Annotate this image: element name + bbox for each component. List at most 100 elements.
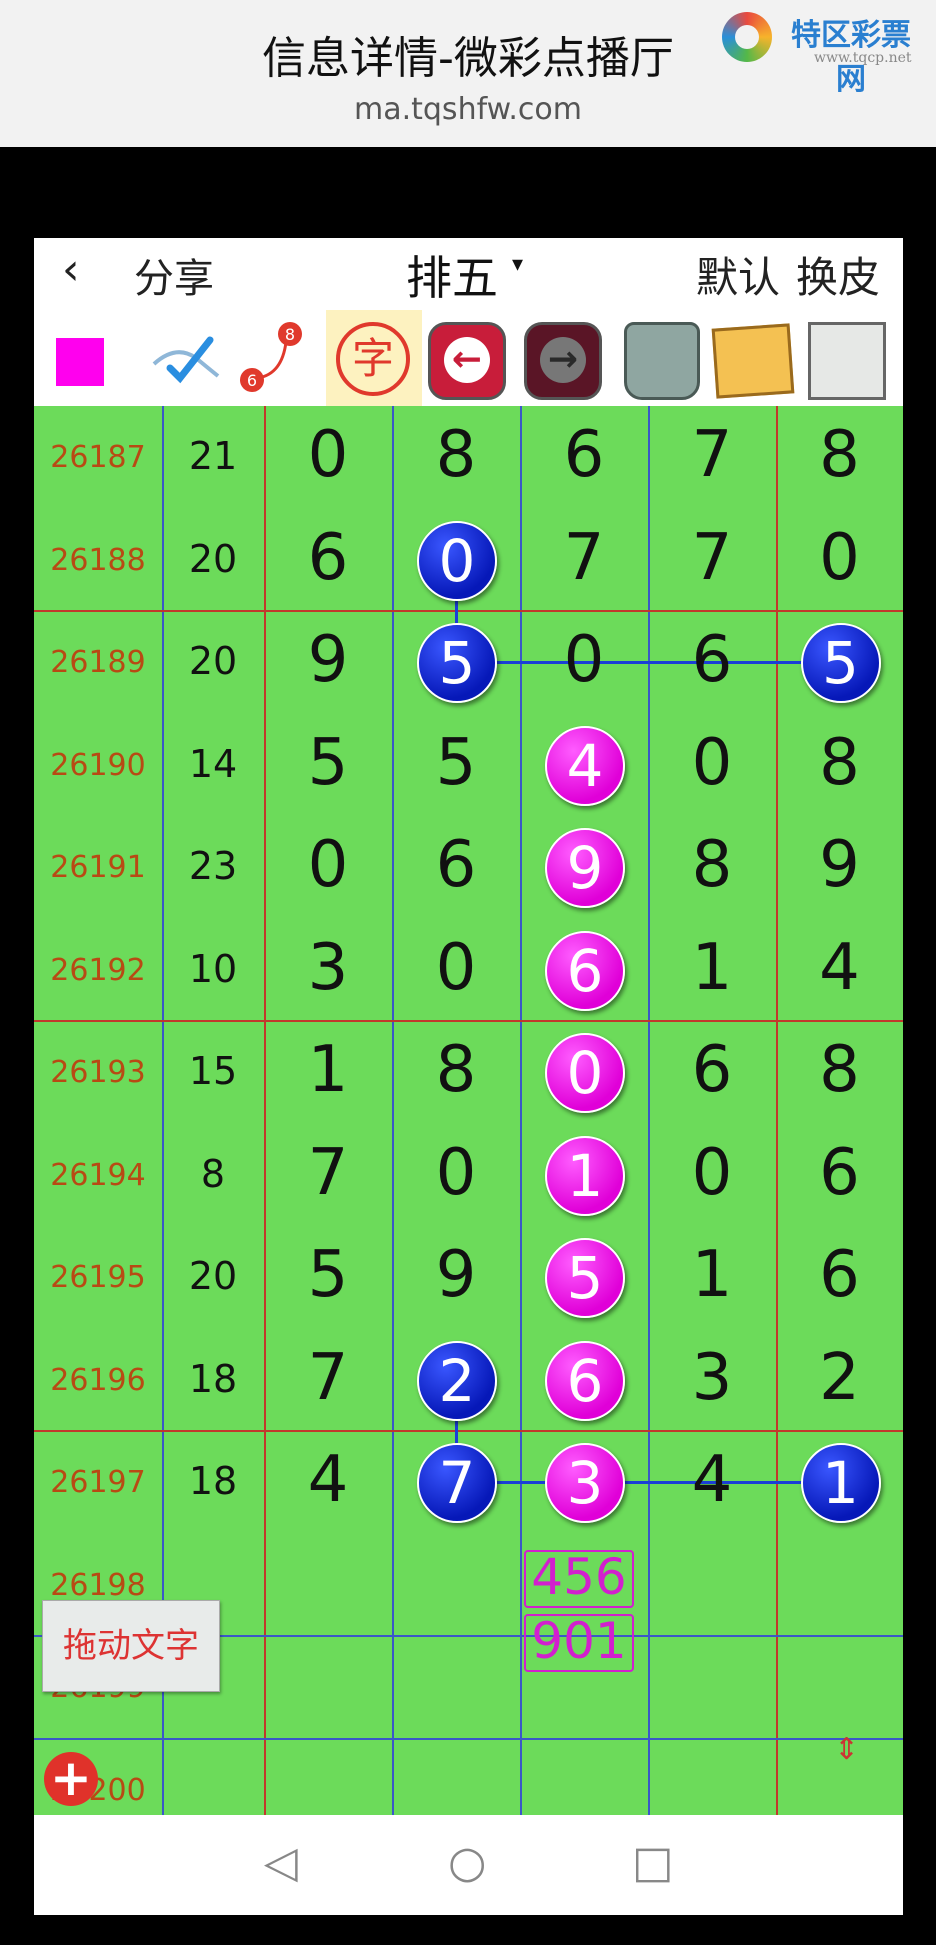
blue-ball-digit[interactable]: 2 [417, 1340, 497, 1421]
tool-bar: 8 6 字 ← → [34, 310, 903, 406]
pink-ball-digit[interactable]: 6 [545, 1340, 625, 1421]
digit-cell[interactable]: 0 [648, 1136, 776, 1210]
photos-icon[interactable] [711, 323, 795, 399]
add-icon[interactable]: + [44, 1752, 98, 1806]
digit-cell[interactable]: 5 [264, 726, 392, 800]
default-button[interactable]: 默认 [696, 244, 780, 305]
prediction-box: 456 [524, 1549, 634, 1608]
sum-value: 20 [188, 536, 238, 581]
text-tool-button[interactable]: 字 [326, 310, 422, 406]
digit-cell[interactable]: 8 [776, 418, 903, 492]
digit-cell[interactable]: 7 [264, 1341, 392, 1415]
sum-value: 15 [188, 1049, 238, 1093]
digit-cell[interactable]: 5 [392, 726, 520, 800]
blue-ball-digit[interactable]: 5 [800, 623, 881, 704]
period-number: 26196 [50, 1362, 146, 1398]
digit-cell[interactable]: 6 [264, 521, 392, 595]
digit-cell[interactable]: 6 [648, 1033, 776, 1107]
period-number: 26191 [50, 850, 146, 885]
digit-cell[interactable]: 6 [648, 623, 776, 697]
drag-text-button[interactable]: 拖动文字 [42, 1600, 220, 1692]
digit-cell[interactable]: 9 [264, 623, 392, 697]
digit-cell[interactable]: 0 [520, 623, 648, 697]
period-number: 26188 [50, 542, 146, 578]
nav-recent-icon[interactable]: □ [632, 1837, 674, 1888]
sum-value: 21 [188, 434, 238, 478]
digit-cell[interactable]: 0 [392, 931, 520, 1005]
period-number: 26194 [50, 1157, 146, 1193]
grid-row-divider [34, 1020, 903, 1022]
pen-check-icon[interactable] [146, 318, 226, 398]
period-number: 26192 [50, 952, 146, 988]
digit-cell[interactable]: 0 [648, 726, 776, 800]
pink-ball-digit[interactable]: 3 [545, 1443, 625, 1524]
arrow-left-icon: ← [444, 337, 490, 383]
digit-cell[interactable]: 0 [264, 418, 392, 492]
period-number: 26190 [50, 747, 146, 783]
digit-cell[interactable]: 7 [648, 418, 776, 492]
digit-cell[interactable]: 4 [648, 1443, 776, 1517]
pink-ball-digit[interactable]: 0 [545, 1033, 625, 1114]
digit-cell[interactable]: 8 [392, 1033, 520, 1107]
digit-cell[interactable]: 3 [648, 1341, 776, 1415]
digit-cell[interactable]: 6 [392, 828, 520, 902]
grid-column-divider [648, 406, 650, 1815]
site-logo: 特区彩票网 www.tqcp.net [722, 8, 922, 97]
undo-button[interactable]: ← [428, 322, 506, 400]
redo-button[interactable]: → [524, 322, 602, 400]
blue-ball-digit[interactable]: 7 [417, 1443, 497, 1524]
resize-icon[interactable]: ⇕ [834, 1735, 859, 1765]
back-button[interactable]: ‹ [62, 244, 80, 295]
digit-cell[interactable]: 5 [264, 1238, 392, 1312]
digit-cell[interactable]: 1 [648, 931, 776, 1005]
pink-ball-digit[interactable]: 1 [545, 1135, 625, 1216]
digit-cell[interactable]: 1 [648, 1238, 776, 1312]
skin-button[interactable]: 换皮 [796, 244, 880, 305]
line-connect-icon[interactable]: 8 6 [234, 318, 314, 398]
sum-value: 14 [188, 741, 238, 786]
grid-row-divider [34, 1737, 903, 1740]
digit-cell[interactable]: 6 [776, 1136, 903, 1210]
digit-cell[interactable]: 9 [776, 828, 903, 902]
digit-cell[interactable]: 1 [264, 1033, 392, 1107]
digit-cell[interactable]: 4 [776, 931, 903, 1005]
digit-cell[interactable]: 7 [520, 521, 648, 595]
pink-ball-digit[interactable]: 4 [545, 725, 625, 806]
digit-cell[interactable]: 8 [776, 726, 903, 800]
pink-ball-digit[interactable]: 5 [545, 1238, 625, 1319]
digit-cell[interactable]: 0 [264, 828, 392, 902]
blue-ball-digit[interactable]: 1 [800, 1443, 881, 1524]
save-floppy-icon[interactable] [808, 322, 886, 400]
sum-value: 10 [188, 946, 238, 991]
trash-icon[interactable] [624, 322, 700, 400]
pink-ball-digit[interactable]: 6 [545, 930, 625, 1011]
digit-cell[interactable]: 9 [392, 1238, 520, 1312]
prediction-box: 901 [524, 1613, 634, 1672]
share-button[interactable]: 分享 [134, 246, 214, 304]
caret-down-icon[interactable]: ▾ [512, 252, 523, 277]
digit-cell[interactable]: 7 [648, 521, 776, 595]
digit-cell[interactable]: 2 [776, 1341, 903, 1415]
digit-cell[interactable]: 6 [520, 418, 648, 492]
sum-value: 23 [188, 844, 238, 888]
digit-cell[interactable]: 0 [392, 1136, 520, 1210]
digit-cell[interactable]: 4 [264, 1443, 392, 1517]
lottery-selector[interactable]: 排五 [406, 242, 498, 308]
digit-cell[interactable]: 8 [648, 828, 776, 902]
pink-ball-digit[interactable]: 9 [545, 828, 625, 909]
logo-site: www.tqcp.net [814, 50, 912, 66]
nav-back-icon[interactable]: ◁ [264, 1837, 298, 1888]
digit-cell[interactable]: 7 [264, 1136, 392, 1210]
color-picker-button[interactable] [56, 338, 104, 386]
nav-home-icon[interactable]: ○ [448, 1837, 486, 1888]
digit-cell[interactable]: 3 [264, 931, 392, 1005]
digit-cell[interactable]: 0 [776, 521, 903, 595]
digit-cell[interactable]: 8 [776, 1033, 903, 1107]
period-number: 26193 [50, 1055, 146, 1090]
blue-ball-digit[interactable]: 0 [417, 520, 497, 601]
period-number: 26195 [50, 1260, 146, 1295]
period-number: 26198 [50, 1567, 146, 1603]
digit-cell[interactable]: 6 [776, 1238, 903, 1312]
digit-cell[interactable]: 8 [392, 418, 520, 492]
blue-ball-digit[interactable]: 5 [417, 623, 497, 704]
